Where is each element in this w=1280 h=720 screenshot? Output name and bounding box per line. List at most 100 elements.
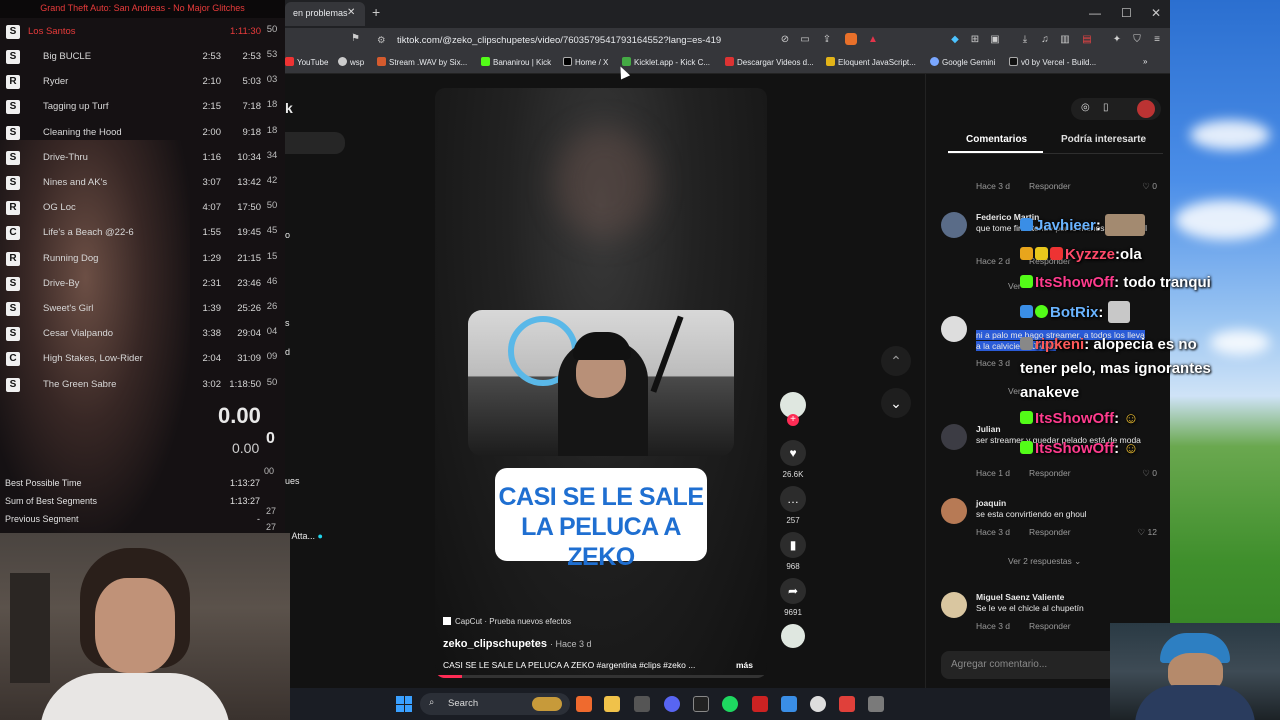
bookmark-kicklet[interactable]: Kicklet.app - Kick C... bbox=[622, 57, 710, 67]
commenter-avatar[interactable] bbox=[941, 592, 967, 618]
discord-icon[interactable] bbox=[664, 696, 680, 712]
cast-icon[interactable]: ⊘ bbox=[779, 34, 791, 46]
split-time: 10:34 bbox=[237, 151, 261, 163]
like-heart-icon[interactable]: ♥ bbox=[780, 440, 806, 466]
next-video-chevron-down-icon[interactable]: ⌄ bbox=[881, 388, 911, 418]
new-tab-button[interactable]: + bbox=[372, 4, 380, 20]
music-disc-icon[interactable] bbox=[781, 624, 805, 648]
notification-icon[interactable]: ▤ bbox=[1081, 34, 1093, 46]
bookmark-icon[interactable]: ▮ bbox=[780, 532, 806, 558]
download-icon[interactable]: ⤓ bbox=[1019, 34, 1031, 46]
progress-track[interactable] bbox=[435, 675, 767, 678]
commenter-name[interactable]: Miguel Saenz Valiente bbox=[976, 592, 1064, 602]
maximize-icon[interactable]: ☐ bbox=[1121, 6, 1132, 20]
nav-item[interactable]: ues bbox=[285, 476, 300, 486]
windows-start-icon[interactable] bbox=[396, 696, 412, 712]
url-field[interactable]: ⚙ tiktok.com/@zeko_clipschupetes/video/7… bbox=[371, 32, 871, 49]
bookmark-home-x[interactable]: Home / X bbox=[563, 57, 608, 67]
following-account[interactable]: x Atta... ● bbox=[285, 531, 323, 541]
streamer-face bbox=[95, 578, 175, 673]
bookmark-wsp[interactable]: wsp bbox=[338, 57, 364, 67]
creator-avatar[interactable]: + bbox=[780, 392, 806, 426]
commenter-avatar[interactable] bbox=[941, 498, 967, 524]
bookmark-gemini[interactable]: Google Gemini bbox=[930, 57, 995, 67]
spotify-icon[interactable] bbox=[722, 696, 738, 712]
comment-icon[interactable]: … bbox=[780, 486, 806, 512]
brave-icon[interactable] bbox=[576, 696, 592, 712]
view-replies-link[interactable]: Ver bbox=[1008, 281, 1021, 291]
app-icon[interactable] bbox=[810, 696, 826, 712]
commenter-name[interactable]: joaquin bbox=[976, 498, 1006, 508]
split-time: 31:09 bbox=[237, 353, 261, 365]
nav-item[interactable]: s bbox=[285, 318, 290, 328]
ai-icon[interactable]: ✦ bbox=[1111, 34, 1123, 46]
video-player[interactable]: CASI SE LE SALE LA PELUCA A ZEKO CapCut … bbox=[435, 88, 767, 678]
video-app-icon[interactable] bbox=[752, 696, 768, 712]
taskbar-search[interactable]: ⌕ Search bbox=[420, 693, 570, 715]
photos-icon[interactable] bbox=[781, 696, 797, 712]
bookmark-bananirou[interactable]: Bananirou | Kick bbox=[481, 57, 551, 67]
bookmark-youtube[interactable]: YouTube bbox=[285, 57, 328, 67]
bookmark-stream-wav[interactable]: Stream .WAV by Six... bbox=[377, 57, 467, 67]
reply-button[interactable]: Responder bbox=[1029, 468, 1071, 478]
vpn-icon[interactable]: ⛉ bbox=[1131, 34, 1143, 46]
split-extra: 50 bbox=[266, 24, 278, 35]
split-time: 1:18:50 bbox=[229, 378, 261, 390]
brave-shield-icon[interactable] bbox=[845, 33, 857, 45]
extension-icon[interactable]: ▣ bbox=[989, 34, 1001, 46]
follow-plus-icon[interactable]: + bbox=[787, 414, 799, 426]
obs-icon[interactable] bbox=[693, 696, 709, 712]
minimize-icon[interactable]: — bbox=[1089, 6, 1101, 20]
effect-tag[interactable]: CapCut · Prueba nuevos efectos bbox=[443, 617, 759, 626]
bookmark-descargar[interactable]: Descargar Videos d... bbox=[725, 57, 814, 67]
prev-video-chevron-up-icon[interactable]: ⌃ bbox=[881, 346, 911, 376]
site-info-icon[interactable]: ⚙ bbox=[377, 35, 386, 46]
bookmarks-overflow-icon[interactable]: » bbox=[1143, 57, 1147, 66]
search-input[interactable] bbox=[285, 132, 345, 154]
close-icon[interactable]: ✕ bbox=[1151, 6, 1161, 20]
summary-row: Previous Segment - bbox=[5, 514, 260, 524]
comment-likes[interactable]: ♡ 0 bbox=[1142, 468, 1157, 479]
comment-likes[interactable]: ♡ 0 bbox=[1142, 181, 1157, 192]
nav-item[interactable]: d bbox=[285, 347, 290, 357]
file-explorer-icon[interactable] bbox=[604, 696, 620, 712]
tab-interesting[interactable]: Podría interesarte bbox=[1061, 134, 1146, 145]
commenter-avatar[interactable] bbox=[941, 424, 967, 450]
share-count: 9691 bbox=[784, 608, 802, 617]
reply-button[interactable]: Responder bbox=[1029, 181, 1071, 191]
rewards-icon[interactable]: ▲ bbox=[867, 34, 879, 46]
music-icon[interactable]: ♫ bbox=[1039, 34, 1051, 46]
phone-icon[interactable]: ▯ bbox=[1103, 102, 1109, 113]
reply-button[interactable]: Responder bbox=[1029, 527, 1071, 537]
commenter-avatar[interactable] bbox=[941, 316, 967, 342]
tab-comments[interactable]: Comentarios bbox=[966, 134, 1027, 145]
share-arrow-icon[interactable]: ➦ bbox=[780, 578, 806, 604]
tab-close-icon[interactable]: ✕ bbox=[347, 7, 355, 18]
nav-item[interactable]: o bbox=[285, 230, 290, 240]
commenter-avatar[interactable] bbox=[941, 212, 967, 238]
extension-icon[interactable]: ◆ bbox=[949, 34, 961, 46]
app-icon[interactable] bbox=[839, 696, 855, 712]
sidebar-icon[interactable]: ▥ bbox=[1059, 34, 1071, 46]
video-thumbnail bbox=[468, 310, 734, 456]
split-extra: 34 bbox=[266, 149, 278, 161]
author-name[interactable]: zeko_clipschupetes bbox=[443, 638, 547, 650]
reply-button[interactable]: Responder bbox=[1029, 621, 1071, 631]
commenter-name[interactable]: Julian bbox=[976, 424, 1001, 434]
extension-icon[interactable]: ⊞ bbox=[969, 34, 981, 46]
more-link[interactable]: más bbox=[736, 660, 753, 670]
bookmark-v0[interactable]: v0 by Vercel - Build... bbox=[1009, 57, 1096, 67]
menu-icon[interactable]: ≡ bbox=[1151, 34, 1163, 46]
share-icon[interactable]: ⇪ bbox=[821, 34, 833, 46]
split-extra: 03 bbox=[266, 74, 278, 86]
app-icon[interactable] bbox=[868, 696, 884, 712]
user-avatar[interactable] bbox=[1137, 100, 1155, 118]
app-icon[interactable] bbox=[634, 696, 650, 712]
comment-likes[interactable]: ♡ 12 bbox=[1138, 527, 1157, 538]
bookmark-star-icon[interactable]: ⚑ bbox=[351, 33, 360, 44]
bookmark-eloquent-js[interactable]: Eloquent JavaScript... bbox=[826, 57, 916, 67]
compass-icon[interactable]: ◎ bbox=[1081, 102, 1090, 113]
view-replies-link[interactable]: Ver 2 respuestas ⌄ bbox=[1008, 556, 1081, 567]
screen-icon[interactable]: ▭ bbox=[799, 34, 811, 46]
view-replies-link[interactable]: Ver bbox=[1008, 386, 1021, 396]
